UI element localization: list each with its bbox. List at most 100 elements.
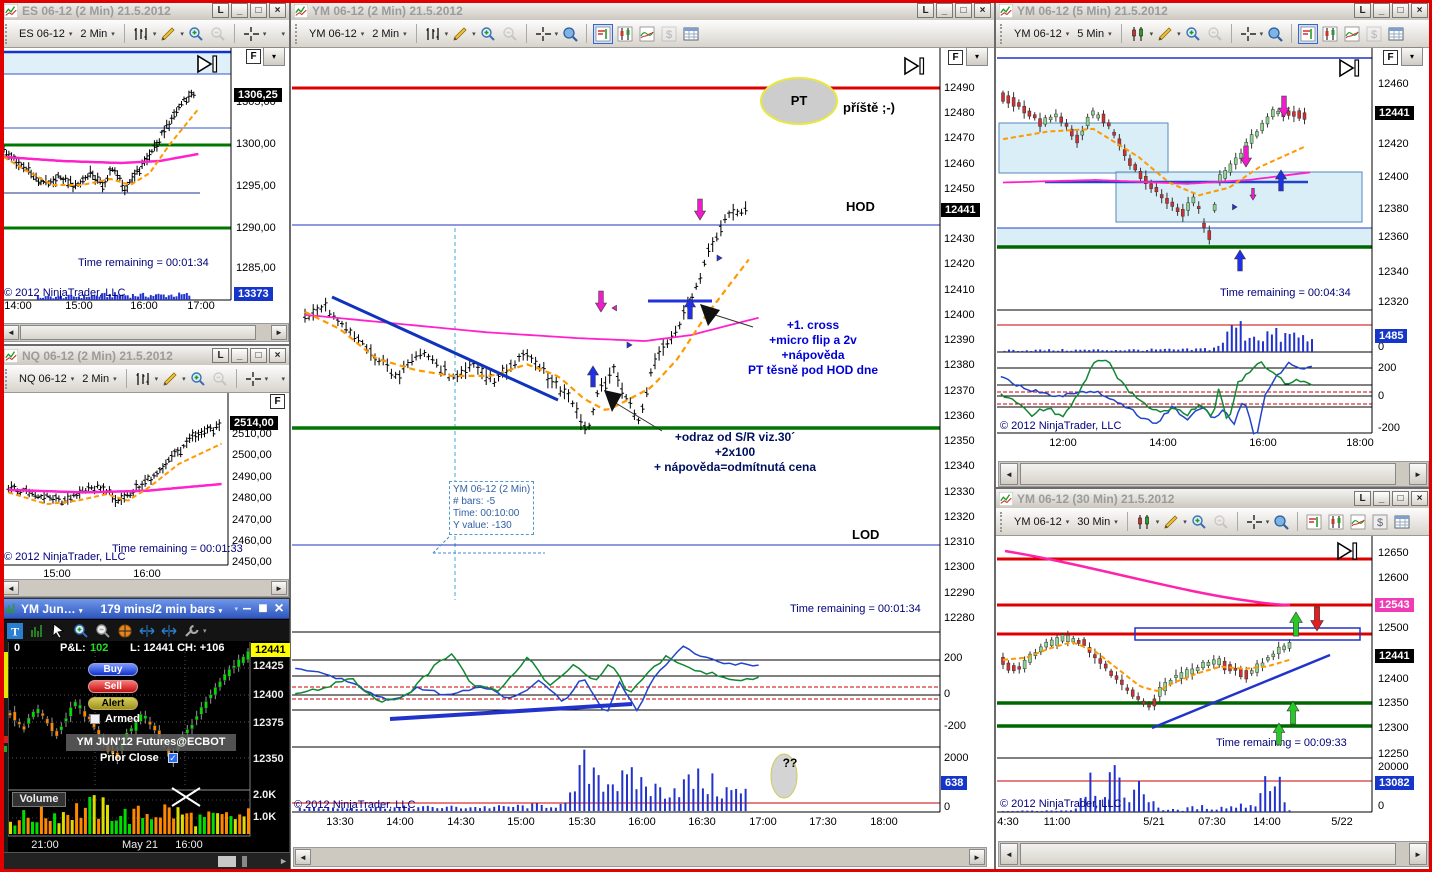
minimize-button[interactable]: – <box>240 600 254 618</box>
minimize-button[interactable]: _ <box>231 348 248 363</box>
scroll-right-button[interactable]: ► <box>969 849 985 865</box>
chevron-down-icon[interactable]: ▾ <box>361 30 365 38</box>
chevron-down-icon[interactable]: ▾ <box>111 30 115 38</box>
chevron-down-icon[interactable]: ▾ <box>1266 518 1270 526</box>
maximize-button[interactable]: ■ <box>256 600 270 618</box>
toolbar-grip[interactable] <box>5 23 11 44</box>
maximize-button[interactable]: □ <box>955 3 972 18</box>
titlebar-ym5[interactable]: YM 06-12 (5 Min) 21.5.2012 L _ □ × <box>996 1 1431 21</box>
titlebar-dom[interactable]: YM Jun… ▾ 179 mins/2 min bars ▾ ▾ – ■ × <box>1 599 289 619</box>
instrument-selector[interactable]: YM 06-12 ▾ <box>1011 514 1072 530</box>
chevron-down-icon[interactable]: ▾ <box>1108 30 1112 38</box>
target-icon[interactable] <box>115 621 135 641</box>
ym5-dropdown-button[interactable]: ▾ <box>1401 47 1423 66</box>
chart-style-icon[interactable] <box>131 24 151 44</box>
instrument-selector[interactable]: NQ 06-12 ▾ <box>16 371 77 387</box>
titlebar-ym30[interactable]: YM 06-12 (30 Min) 21.5.2012 L _ □ × <box>996 489 1431 509</box>
pan-left-right-icon[interactable] <box>137 621 157 641</box>
chevron-down-icon[interactable]: ▾ <box>155 375 159 383</box>
nq-focus-button[interactable]: F <box>270 394 285 409</box>
crosshair-icon[interactable] <box>1238 24 1258 44</box>
instrument-selector[interactable]: ES 06-12 ▾ <box>16 26 75 42</box>
toolbar-overflow-icon[interactable]: ▾ <box>281 375 285 383</box>
ym2-hscrollbar[interactable]: ◄ ► <box>293 847 987 867</box>
bar-spacing-icon[interactable] <box>1326 512 1346 532</box>
close-button[interactable]: × <box>269 348 286 363</box>
ym5-focus-button[interactable]: F <box>1383 50 1398 65</box>
chevron-down-icon[interactable]: ▾ <box>1177 30 1181 38</box>
chevron-down-icon[interactable]: ▾ <box>180 30 184 38</box>
close-button[interactable]: × <box>272 600 286 618</box>
interval-selector[interactable]: 2 Min ▾ <box>77 26 117 42</box>
chevron-down-icon[interactable]: ▾ <box>472 30 476 38</box>
link-button[interactable]: L <box>1354 3 1371 18</box>
chevron-down-icon[interactable]: ▾ <box>403 30 407 38</box>
chevron-down-icon[interactable]: ▾ <box>71 375 75 383</box>
scroll-left-button[interactable]: ◄ <box>295 849 311 865</box>
zoom-out-icon[interactable] <box>208 24 228 44</box>
toolbar-grip[interactable] <box>5 368 11 389</box>
scroll-left-button[interactable]: ◄ <box>1000 843 1018 865</box>
indicator-panel-icon[interactable] <box>1342 24 1362 44</box>
zoom-out-icon[interactable] <box>500 24 520 44</box>
region-highlight-icon[interactable] <box>1304 512 1324 532</box>
minimize-button[interactable]: _ <box>1373 3 1390 18</box>
chevron-down-icon[interactable]: ▾ <box>203 627 207 635</box>
nq-hscrollbar[interactable]: ◄ ► <box>1 579 289 597</box>
chevron-down-icon[interactable]: ▾ <box>113 375 117 383</box>
zoom-in-icon[interactable] <box>478 24 498 44</box>
crosshair-icon[interactable] <box>241 24 261 44</box>
link-button[interactable]: L <box>917 3 934 18</box>
close-button[interactable]: × <box>269 3 286 18</box>
alert-button[interactable]: Alert <box>88 697 138 710</box>
chevron-down-icon[interactable]: ▾ <box>1066 518 1070 526</box>
scroll-left-button[interactable]: ◄ <box>3 581 19 595</box>
scroll-right-button[interactable]: ► <box>271 581 287 595</box>
dollar-icon[interactable] <box>1364 24 1384 44</box>
draw-pencil-icon[interactable] <box>1155 24 1175 44</box>
indicator-panel-icon[interactable] <box>1348 512 1368 532</box>
link-button[interactable]: L <box>212 348 229 363</box>
armed-checkbox[interactable] <box>90 714 100 724</box>
draw-pencil-icon[interactable] <box>160 369 180 389</box>
maximize-button[interactable]: □ <box>1392 491 1409 506</box>
maximize-button[interactable]: □ <box>1392 3 1409 18</box>
zoom-out-icon[interactable] <box>1211 512 1231 532</box>
close-button[interactable]: × <box>1411 491 1428 506</box>
ym5-hscrollbar[interactable]: ◄ ► <box>998 461 1429 487</box>
dollar-icon[interactable] <box>1370 512 1390 532</box>
draw-pencil-icon[interactable] <box>158 24 178 44</box>
pan-left-right-icon[interactable] <box>159 621 179 641</box>
scroll-thumb[interactable] <box>1020 463 1396 485</box>
crosshair-icon[interactable] <box>533 24 553 44</box>
report-grid-icon[interactable] <box>681 24 701 44</box>
zoom-in-icon[interactable] <box>1189 512 1209 532</box>
minimize-button[interactable]: _ <box>231 3 248 18</box>
zoom-in-icon[interactable] <box>186 24 206 44</box>
interval-selector[interactable]: 2 Min ▾ <box>369 26 409 42</box>
region-highlight-icon[interactable] <box>1298 23 1319 44</box>
report-grid-icon[interactable] <box>1386 24 1406 44</box>
toolbar-grip[interactable] <box>1000 23 1006 44</box>
scroll-thumb[interactable] <box>20 325 256 340</box>
zoom-out-icon[interactable] <box>93 621 113 641</box>
data-box-icon[interactable] <box>1265 24 1285 44</box>
es-hscrollbar[interactable]: ◄ ► <box>1 323 289 342</box>
settings-wrench-icon[interactable] <box>181 621 201 641</box>
zoom-in-icon[interactable] <box>188 369 208 389</box>
link-button[interactable]: L <box>212 3 229 18</box>
dom-symbol-dropdown[interactable]: YM Jun… ▾ <box>21 602 83 616</box>
instrument-selector[interactable]: YM 06-12 ▾ <box>1011 26 1072 42</box>
chart-style-icon[interactable] <box>133 369 153 389</box>
scroll-right-button[interactable]: ► <box>1409 463 1427 485</box>
chevron-down-icon[interactable]: ▾ <box>1156 518 1160 526</box>
dollar-icon[interactable] <box>659 24 679 44</box>
interval-selector[interactable]: 5 Min ▾ <box>1074 26 1114 42</box>
ym2-dropdown-button[interactable]: ▾ <box>966 47 988 66</box>
interval-selector[interactable]: 30 Min ▾ <box>1074 514 1121 530</box>
bar-spacing-icon[interactable] <box>615 24 635 44</box>
chevron-down-icon[interactable]: ▾ <box>234 605 238 613</box>
toolbar-grip[interactable] <box>1000 511 1006 532</box>
titlebar-es[interactable]: ES 06-12 (2 Min) 21.5.2012 L _ □ × <box>1 1 289 21</box>
chart-style-icon[interactable] <box>1128 24 1148 44</box>
